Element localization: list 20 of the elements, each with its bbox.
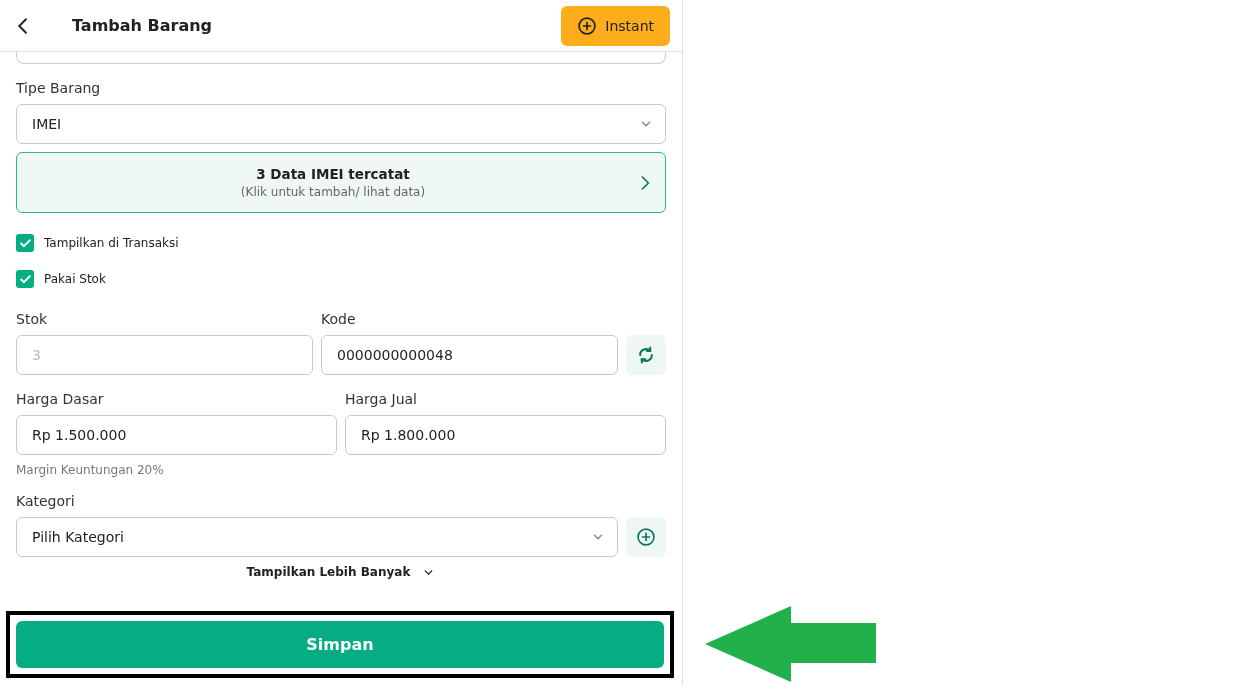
card-subtitle: (Klik untuk tambah/ lihat data) bbox=[240, 185, 426, 199]
field-label: Harga Dasar bbox=[16, 391, 105, 407]
card-title: 3 Data IMEI tercatat bbox=[256, 166, 410, 182]
page-title: Tambah Barang bbox=[72, 16, 214, 35]
field-label: Tipe Barang bbox=[16, 80, 102, 96]
imei-card[interactable]: 3 Data IMEI tercatat (Klik untuk tambah/ lihat data) bbox=[16, 152, 666, 213]
code-field[interactable]: 0000000000048 bbox=[321, 335, 618, 375]
sell-price-field[interactable]: Rp 1.800.000 bbox=[345, 415, 666, 455]
checkbox-label: Tampilkan di Transaksi bbox=[44, 236, 179, 250]
category-select[interactable]: Pilih Kategori bbox=[16, 517, 618, 557]
checkbox-label: Pakai Stok bbox=[44, 272, 106, 286]
type-select[interactable]: IMEI bbox=[16, 104, 666, 144]
field-label: Kode bbox=[321, 311, 357, 327]
margin-hint: Margin Keuntungan 20% bbox=[16, 463, 165, 477]
base-price-field[interactable]: Rp 1.500.000 bbox=[16, 415, 337, 455]
field-label: Harga Jual bbox=[345, 391, 418, 407]
field-label: Kategori bbox=[16, 493, 76, 509]
field-label: Stok bbox=[16, 311, 49, 327]
show-more-button[interactable]: Tampilkan Lebih Banyak bbox=[246, 565, 436, 579]
instant-button[interactable]: Instant bbox=[561, 5, 670, 46]
